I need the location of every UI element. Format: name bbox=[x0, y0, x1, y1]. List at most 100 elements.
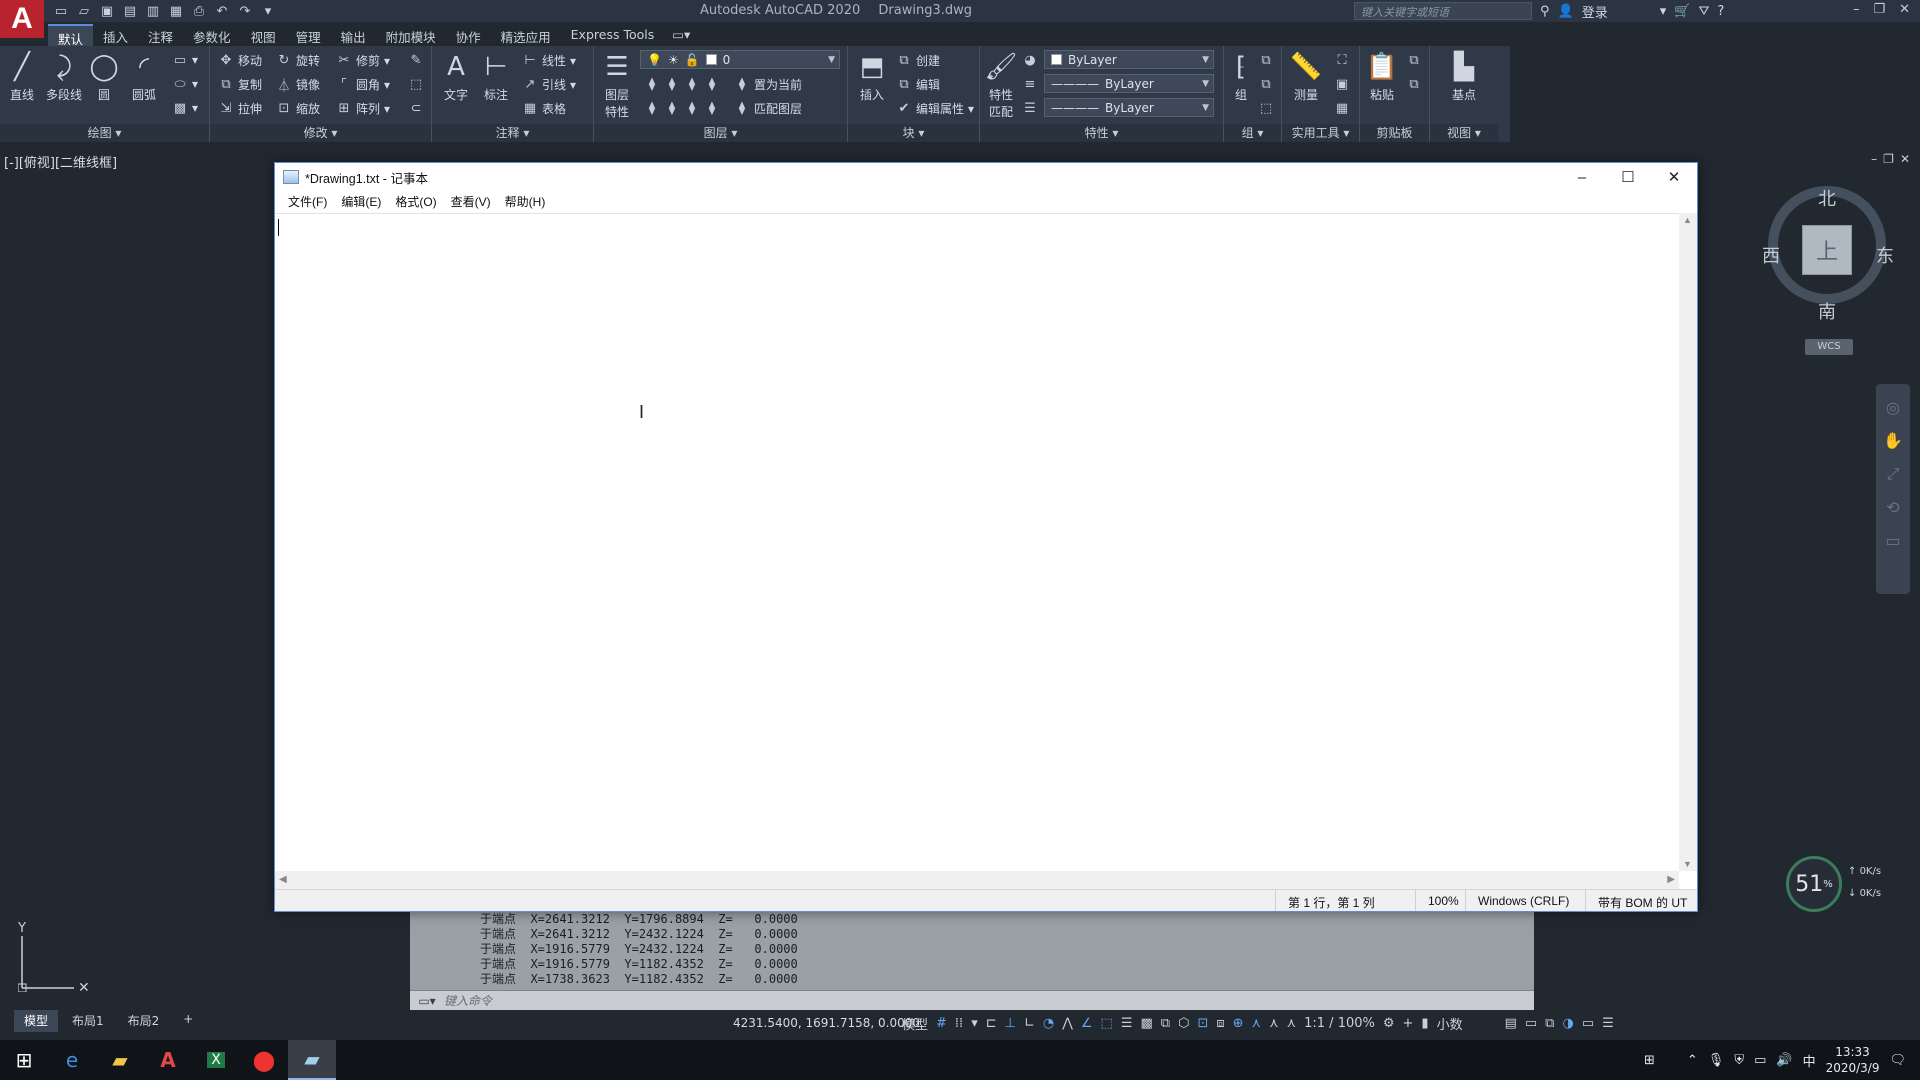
layer-tools-row-2[interactable]: ⧫ ⧫ ⧫ ⧫ bbox=[644, 100, 720, 116]
notification-icon[interactable]: 🗨 bbox=[1889, 1053, 1906, 1068]
lineweight-dropdown[interactable]: ———— ByLayer ▼ bbox=[1044, 98, 1214, 117]
binoculars-icon[interactable]: ⚲ bbox=[1540, 4, 1550, 19]
ellipse-tool[interactable]: ⬭ ▾ bbox=[172, 76, 198, 92]
command-input[interactable]: ▭▾ 键入命令 bbox=[410, 990, 1534, 1010]
text-tool[interactable]: A 文字 bbox=[436, 50, 476, 103]
annotation-visibility-icon[interactable]: ⋏ bbox=[1252, 1016, 1262, 1031]
undo-icon[interactable]: ↶ bbox=[213, 2, 231, 20]
table-button[interactable]: ▦ 表格 bbox=[522, 100, 566, 117]
login-link[interactable]: 登录 bbox=[1582, 2, 1608, 21]
shield-icon[interactable]: ⛨ bbox=[1734, 1053, 1744, 1068]
hardware-accel-icon[interactable]: ◑ bbox=[1562, 1016, 1573, 1031]
vp-restore-icon[interactable]: ❐ bbox=[1883, 152, 1894, 166]
panel-block-title[interactable]: 块 ▾ bbox=[848, 124, 979, 142]
model-space-button[interactable]: 模型 bbox=[902, 1014, 928, 1033]
tab-express-tools[interactable]: Express Tools bbox=[561, 24, 665, 46]
autocad-logo[interactable]: A bbox=[0, 0, 44, 38]
customization-icon[interactable]: ☰ bbox=[1602, 1016, 1614, 1031]
scroll-right-icon[interactable]: ▶ bbox=[1667, 874, 1675, 885]
save-icon[interactable]: ▣ bbox=[98, 2, 116, 20]
volume-icon[interactable]: 🔊 bbox=[1776, 1053, 1792, 1068]
cart-icon[interactable]: 🛒 bbox=[1674, 4, 1690, 19]
tab-addins[interactable]: 附加模块 bbox=[376, 24, 446, 46]
units-value[interactable]: 小数 bbox=[1437, 1014, 1497, 1033]
ime-mode-icon[interactable]: 中 bbox=[1803, 1051, 1816, 1070]
notepad-title-bar[interactable]: *Drawing1.txt - 记事本 – ☐ ✕ bbox=[275, 163, 1697, 191]
lineweight-display-icon[interactable]: ☰ bbox=[1121, 1016, 1133, 1031]
notepad-close-icon[interactable]: ✕ bbox=[1651, 163, 1697, 191]
tab-featured-apps[interactable]: 精选应用 bbox=[491, 24, 561, 46]
infer-constraints-icon[interactable]: ⊏ bbox=[986, 1016, 997, 1031]
minimize-icon[interactable]: – bbox=[1853, 2, 1860, 17]
redo-icon[interactable]: ↷ bbox=[236, 2, 254, 20]
annotation-scale-icon[interactable]: ⋏ bbox=[1287, 1016, 1297, 1031]
tab-layout2[interactable]: 布局2 bbox=[118, 1010, 170, 1032]
color-dropdown[interactable]: ByLayer ▼ bbox=[1044, 50, 1214, 69]
file-explorer-button[interactable]: ▰ bbox=[96, 1040, 144, 1080]
dynamic-ucs-icon[interactable]: ⊡ bbox=[1197, 1016, 1208, 1031]
start-button[interactable]: ⊞ bbox=[0, 1040, 48, 1080]
measure-tool[interactable]: 📏 测量 bbox=[1286, 50, 1326, 103]
snap-icon[interactable]: ⁞⁞ bbox=[955, 1016, 963, 1031]
vp-close-icon[interactable]: ✕ bbox=[1900, 152, 1910, 166]
auto-scale-icon[interactable]: ⋏ bbox=[1269, 1016, 1279, 1031]
rectangle-tool[interactable]: ▭ ▾ bbox=[172, 52, 198, 68]
menu-edit[interactable]: 编辑(E) bbox=[334, 191, 388, 211]
menu-format[interactable]: 格式(O) bbox=[388, 191, 443, 211]
move-button[interactable]: ✥ 移动 bbox=[218, 52, 262, 69]
isolate-objects-icon[interactable]: ⧉ bbox=[1545, 1016, 1554, 1031]
panel-clipboard-title[interactable]: 剪贴板 bbox=[1360, 124, 1429, 142]
add-layout-icon[interactable]: + bbox=[173, 1010, 203, 1032]
hatch-tool[interactable]: ▩ ▾ bbox=[172, 100, 198, 116]
panel-modify-title[interactable]: 修改 ▾ bbox=[210, 124, 431, 142]
3d-osnap-icon[interactable]: ⬡ bbox=[1178, 1016, 1189, 1031]
print-icon[interactable]: ⎙ bbox=[190, 2, 208, 20]
clean-screen-icon[interactable]: ▭ bbox=[1582, 1016, 1594, 1031]
edit-block-button[interactable]: ⧉ 编辑 bbox=[896, 76, 940, 93]
base-view-tool[interactable]: ▙ 基点 bbox=[1444, 50, 1484, 103]
arc-tool[interactable]: ◜ 圆弧 bbox=[124, 50, 164, 103]
rotate-button[interactable]: ↻ 旋转 bbox=[276, 52, 320, 69]
command-menu-icon[interactable]: ▭▾ bbox=[410, 994, 444, 1008]
customize-qat-icon[interactable]: ▾ bbox=[259, 2, 277, 20]
workspace-gear-icon[interactable]: ⚙ bbox=[1383, 1016, 1395, 1031]
notepad-minimize-icon[interactable]: – bbox=[1559, 163, 1605, 191]
ungroup-button[interactable]: ⧉ bbox=[1258, 52, 1274, 68]
edit-attribute-button[interactable]: ✔ 编辑属性 ▾ bbox=[896, 100, 975, 117]
grid-icon[interactable]: # bbox=[936, 1016, 947, 1031]
calculator-button[interactable]: ▦ bbox=[1334, 100, 1350, 116]
dropdown-icon[interactable]: ▾ bbox=[1660, 4, 1667, 19]
group-select-button[interactable]: ⬚ bbox=[1258, 100, 1274, 116]
menu-file[interactable]: 文件(F) bbox=[281, 191, 334, 211]
select-all-button[interactable]: ▣ bbox=[1334, 76, 1350, 92]
group-edit-button[interactable]: ⧉ bbox=[1258, 76, 1274, 92]
paste-tool[interactable]: 📋 粘贴 bbox=[1362, 50, 1402, 103]
group-tool[interactable]: ⁅ 组 bbox=[1224, 50, 1258, 103]
cursor-coordinates[interactable]: 4231.5400, 1691.7158, 0.0000 bbox=[733, 1016, 920, 1030]
annotation-monitor-icon[interactable]: + bbox=[1403, 1016, 1414, 1031]
scroll-down-icon[interactable]: ▼ bbox=[1683, 859, 1692, 869]
panel-draw-title[interactable]: 绘图 ▾ bbox=[0, 124, 209, 142]
leader-button[interactable]: ↗ 引线 ▾ bbox=[522, 76, 577, 93]
tab-home[interactable]: 默认 bbox=[48, 24, 94, 47]
viewport-controls-label[interactable]: [-][俯视][二维线框] bbox=[4, 152, 117, 171]
orbit-icon[interactable]: ⟲ bbox=[1876, 498, 1910, 517]
steering-wheel-icon[interactable]: ◎ bbox=[1876, 398, 1910, 417]
tab-annotate[interactable]: 注释 bbox=[138, 24, 183, 46]
system-clock[interactable]: 13:33 2020/3/9 bbox=[1826, 1044, 1880, 1076]
layer-tools-row-1[interactable]: ⧫ ⧫ ⧫ ⧫ bbox=[644, 76, 720, 92]
mirror-button[interactable]: ⏃ 镜像 bbox=[276, 76, 320, 94]
linetype-dropdown[interactable]: ———— ByLayer ▼ bbox=[1044, 74, 1214, 93]
explode-button[interactable]: ⬚ bbox=[408, 76, 424, 92]
copy-clip-button[interactable]: ⧉ bbox=[1406, 52, 1422, 68]
trim-button[interactable]: ✂ 修剪 ▾ bbox=[336, 52, 391, 69]
panel-annotation-title[interactable]: 注释 ▾ bbox=[432, 124, 593, 142]
menu-view[interactable]: 查看(V) bbox=[444, 191, 498, 211]
ribbon-toggle-icon[interactable]: ▭▾ bbox=[664, 24, 698, 46]
stretch-button[interactable]: ⇲ 拉伸 bbox=[218, 100, 262, 117]
panel-layers-title[interactable]: 图层 ▾ bbox=[594, 124, 847, 142]
vertical-scrollbar[interactable]: ▲ ▼ bbox=[1679, 213, 1697, 871]
offset-button[interactable]: ⊂ bbox=[408, 100, 424, 116]
notepad-maximize-icon[interactable]: ☐ bbox=[1605, 163, 1651, 191]
microphone-icon[interactable]: 🎙 bbox=[1708, 1053, 1725, 1068]
